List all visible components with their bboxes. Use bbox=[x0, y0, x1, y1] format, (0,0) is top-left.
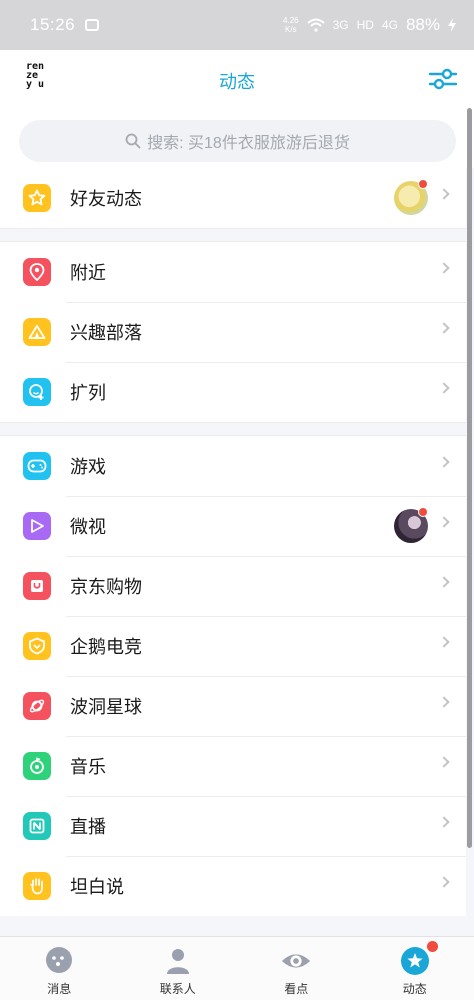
chevron-right-icon bbox=[438, 876, 450, 888]
avatar bbox=[394, 507, 428, 543]
tab-kandian[interactable]: 看点 bbox=[237, 937, 356, 1000]
status-indicators: 4.26 K/s 3G HD 4G 88% bbox=[283, 15, 456, 35]
list-item-label: 企鹅电竞 bbox=[70, 637, 142, 657]
star-icon bbox=[399, 945, 431, 977]
music-icon bbox=[23, 752, 51, 780]
chevron-right-icon bbox=[438, 816, 450, 828]
bottom-tab-bar: 消息 联系人 看点 动态 bbox=[0, 936, 474, 1000]
list-item-label: 京东购物 bbox=[70, 577, 142, 597]
feature-list: 好友动态 附近 兴趣部落 扩列 游戏 微视 京东购物 企鹅电竞 波洞星球 音乐 … bbox=[0, 168, 466, 916]
page-title: 动态 bbox=[219, 72, 255, 92]
wifi-icon bbox=[306, 18, 325, 32]
network-speed: 4.26 K/s bbox=[283, 16, 299, 34]
filter-settings-icon[interactable] bbox=[428, 66, 458, 92]
location-pin-icon bbox=[23, 258, 51, 286]
chevron-right-icon bbox=[438, 696, 450, 708]
network-hd: HD bbox=[356, 18, 374, 32]
list-item-label: 兴趣部落 bbox=[70, 323, 142, 343]
hand-icon bbox=[23, 872, 51, 900]
network-3g: 3G bbox=[332, 18, 349, 32]
list-item-label: 坦白说 bbox=[70, 877, 124, 897]
avatar bbox=[394, 179, 428, 215]
list-item-penguin-esports[interactable]: 企鹅电竞 bbox=[0, 616, 466, 676]
network-4g: 4G bbox=[381, 18, 398, 32]
search-placeholder: 搜索: 买18件衣服旅游后退货 bbox=[147, 135, 350, 152]
section-divider bbox=[0, 422, 466, 436]
list-item-interest-tribe[interactable]: 兴趣部落 bbox=[0, 302, 466, 362]
live-icon bbox=[23, 812, 51, 840]
list-item-label: 微视 bbox=[70, 517, 106, 537]
tab-contacts[interactable]: 联系人 bbox=[119, 937, 238, 1000]
search-section: 搜索: 买18件衣服旅游后退货 bbox=[0, 112, 474, 168]
list-item-label: 游戏 bbox=[70, 457, 106, 477]
scrollbar[interactable] bbox=[467, 108, 472, 848]
smile-add-icon bbox=[23, 378, 51, 406]
status-time: 15:26 bbox=[30, 15, 76, 34]
notification-badge bbox=[426, 941, 438, 952]
section-divider bbox=[0, 228, 466, 242]
list-item-nearby[interactable]: 附近 bbox=[0, 242, 466, 302]
tent-icon bbox=[23, 318, 51, 346]
status-bar: 15:26 4.26 K/s 3G HD 4G 88% bbox=[0, 0, 474, 50]
contacts-icon bbox=[162, 945, 194, 977]
list-item-confession[interactable]: 坦白说 bbox=[0, 856, 466, 916]
chevron-right-icon bbox=[438, 456, 450, 468]
list-item-friend-feed[interactable]: 好友动态 bbox=[0, 168, 466, 228]
chevron-right-icon bbox=[438, 188, 450, 200]
planet-icon bbox=[23, 692, 51, 720]
chevron-right-icon bbox=[438, 516, 450, 528]
list-item-weishi[interactable]: 微视 bbox=[0, 496, 466, 556]
tab-messages[interactable]: 消息 bbox=[0, 937, 119, 1000]
list-item-label: 扩列 bbox=[70, 383, 106, 403]
search-input[interactable]: 搜索: 买18件衣服旅游后退货 bbox=[19, 120, 456, 162]
gamepad-icon bbox=[23, 452, 51, 480]
esports-shield-icon bbox=[23, 632, 51, 660]
list-item-label: 好友动态 bbox=[70, 189, 142, 209]
chevron-right-icon bbox=[438, 322, 450, 334]
list-item-expand-list[interactable]: 扩列 bbox=[0, 362, 466, 422]
list-item-label: 波洞星球 bbox=[70, 697, 142, 717]
app-header: ren ze y u 动态 bbox=[0, 50, 474, 112]
chevron-right-icon bbox=[438, 382, 450, 394]
play-icon bbox=[23, 512, 51, 540]
charging-icon bbox=[448, 18, 456, 32]
search-icon bbox=[125, 133, 141, 149]
list-item-live[interactable]: 直播 bbox=[0, 796, 466, 856]
notification-icon bbox=[85, 19, 100, 31]
eye-icon bbox=[280, 945, 312, 977]
battery-level: 88% bbox=[405, 15, 440, 34]
list-item-games[interactable]: 游戏 bbox=[0, 436, 466, 496]
list-item-bodong-planet[interactable]: 波洞星球 bbox=[0, 676, 466, 736]
notification-badge bbox=[418, 179, 428, 189]
chevron-right-icon bbox=[438, 756, 450, 768]
chevron-right-icon bbox=[438, 636, 450, 648]
message-icon bbox=[43, 945, 75, 977]
notification-badge bbox=[418, 507, 428, 517]
chevron-right-icon bbox=[438, 576, 450, 588]
list-item-label: 附近 bbox=[70, 263, 106, 283]
star-icon bbox=[23, 184, 51, 212]
shopping-bag-icon bbox=[23, 572, 51, 600]
tab-feeds[interactable]: 动态 bbox=[356, 937, 474, 1000]
chevron-right-icon bbox=[438, 262, 450, 274]
list-item-jd-shopping[interactable]: 京东购物 bbox=[0, 556, 466, 616]
list-item-music[interactable]: 音乐 bbox=[0, 736, 466, 796]
list-item-label: 音乐 bbox=[70, 757, 106, 777]
list-item-label: 直播 bbox=[70, 817, 106, 837]
